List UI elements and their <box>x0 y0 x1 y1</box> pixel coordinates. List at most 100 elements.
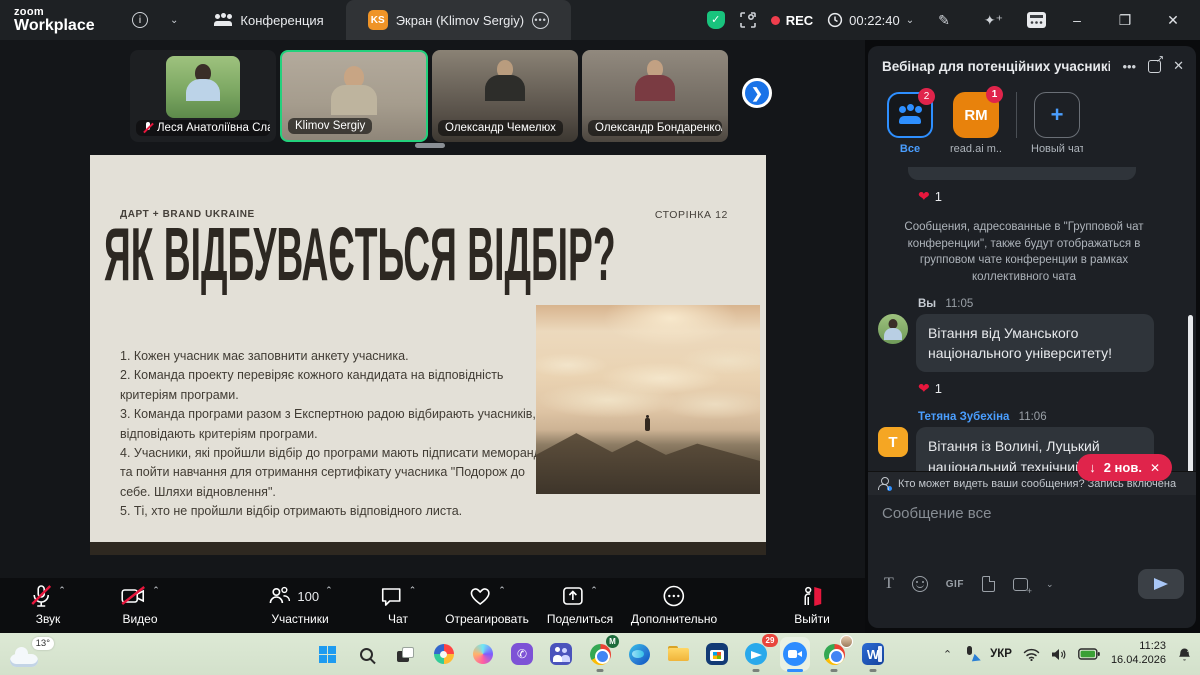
participant-2-name: Klimov Sergiy <box>295 120 365 132</box>
tray-overflow-chevron[interactable]: ⌃ <box>943 648 952 661</box>
participants-options-chevron[interactable]: ⌃ <box>325 585 333 596</box>
chat-more-icon[interactable]: ••• <box>1122 59 1136 74</box>
screenshot-chevron-icon[interactable]: ⌄ <box>1046 579 1054 590</box>
chat-options-chevron[interactable]: ⌃ <box>409 585 417 596</box>
gif-icon[interactable]: GIF <box>946 579 964 590</box>
react-button[interactable]: ⌃ Отреагировать <box>445 583 529 626</box>
file-explorer-app[interactable] <box>663 639 693 669</box>
chat-messages[interactable]: ❤ 1 Сообщения, адресованные в "Групповой… <box>868 165 1196 471</box>
message-1-avatar[interactable] <box>878 314 908 344</box>
reaction-heart-1[interactable]: ❤ 1 <box>918 188 942 205</box>
message-2-avatar[interactable]: T <box>878 427 908 457</box>
participant-tile-2[interactable]: Klimov Sergiy <box>280 50 428 142</box>
taskbar-clock[interactable]: 11:23 16.04.2026 <box>1111 640 1166 668</box>
tab-conference[interactable]: Конференция <box>192 0 345 40</box>
text-format-icon[interactable]: T <box>884 575 894 593</box>
paint-icon <box>434 644 454 664</box>
paint-app[interactable] <box>429 639 459 669</box>
emoji-icon[interactable] <box>912 576 928 592</box>
timer-chevron-icon[interactable]: ⌄ <box>906 15 914 26</box>
start-button[interactable] <box>312 639 342 669</box>
chat-tab-readai[interactable]: RM 1 read.ai m... <box>950 92 1002 155</box>
participants-button[interactable]: 100 ⌃ Участники <box>267 583 332 626</box>
message-1-header: Вы 11:05 <box>918 298 1170 310</box>
focus-mode-icon[interactable] <box>739 11 757 29</box>
search-icon <box>360 648 373 661</box>
telegram-unread-badge: 29 <box>762 634 778 647</box>
search-button[interactable] <box>351 639 381 669</box>
react-label: Отреагировать <box>445 612 529 626</box>
chat-popout-icon[interactable] <box>1148 60 1161 73</box>
chrome-app[interactable]: M <box>585 639 615 669</box>
more-ellipsis-icon <box>662 584 686 608</box>
video-options-chevron[interactable]: ⌃ <box>152 585 160 596</box>
more-button[interactable]: Дополнительно <box>631 583 717 626</box>
minimize-button[interactable]: – <box>1060 12 1094 28</box>
screenshot-icon[interactable] <box>1013 578 1028 591</box>
wifi-icon[interactable] <box>1023 648 1040 661</box>
maximize-button[interactable]: ❐ <box>1108 12 1142 29</box>
chat-tab-everyone[interactable]: 2 Все <box>884 92 936 155</box>
apps-grid-icon[interactable] <box>1027 12 1046 28</box>
chat-scrollbar[interactable] <box>1188 315 1193 471</box>
readai-avatar: RM <box>964 107 987 124</box>
language-indicator[interactable]: УКР <box>990 648 1012 660</box>
logo-zoom-text: zoom <box>14 7 118 18</box>
video-strip: Леся Анатоліївна Сла... Klimov Sergiy Ол… <box>0 48 865 148</box>
teams-icon <box>550 643 572 665</box>
viber-app[interactable]: ✆ <box>507 639 537 669</box>
battery-icon[interactable] <box>1078 648 1100 660</box>
annotate-pencil-icon[interactable]: ✎ <box>938 12 950 29</box>
chat-message-input[interactable]: Сообщение все <box>868 495 1196 563</box>
word-app[interactable]: W <box>858 639 888 669</box>
meeting-info-icon[interactable]: i <box>132 12 148 28</box>
participant-tile-3[interactable]: Олександр Чемелюх <box>432 50 578 142</box>
dismiss-pill-icon[interactable]: ✕ <box>1150 461 1160 475</box>
strip-drag-handle[interactable] <box>415 143 445 148</box>
participant-tile-4[interactable]: Олександр Бондаренко/... <box>582 50 728 142</box>
new-chat-button[interactable]: + Новый чат <box>1031 92 1083 155</box>
video-button[interactable]: ⌃ Видео <box>120 583 160 626</box>
send-button[interactable] <box>1138 569 1184 599</box>
weather-widget[interactable]: 13° <box>10 637 56 671</box>
task-view-button[interactable] <box>390 639 420 669</box>
chat-label: Чат <box>380 612 417 626</box>
message-1-bubble[interactable]: Вітання від Уманського національного уні… <box>916 314 1154 373</box>
share-button[interactable]: ⌃ Поделиться <box>547 583 613 626</box>
readai-unread-badge: 1 <box>986 86 1003 103</box>
security-shield-icon[interactable] <box>707 11 725 29</box>
heart-icon: ❤ <box>918 380 930 397</box>
teams-app[interactable] <box>546 639 576 669</box>
copilot-app[interactable] <box>468 639 498 669</box>
chrome-profile-app[interactable] <box>819 639 849 669</box>
mic-location-tray-icon[interactable] <box>963 646 979 662</box>
chat-button[interactable]: ⌃ Чат <box>380 583 417 626</box>
close-button[interactable]: ✕ <box>1156 12 1190 29</box>
meeting-timer[interactable]: 00:22:40 ⌄ <box>827 12 914 28</box>
recording-indicator[interactable]: REC <box>771 13 813 28</box>
speaker-icon[interactable] <box>1051 648 1067 661</box>
edge-app[interactable] <box>624 639 654 669</box>
audio-button[interactable]: ⌃ Звук <box>30 583 66 626</box>
leave-button[interactable]: Выйти <box>794 583 830 626</box>
notification-bell-icon[interactable]: z <box>1177 647 1192 662</box>
participant-tile-1[interactable]: Леся Анатоліївна Сла... <box>130 50 276 142</box>
new-messages-pill[interactable]: ↓ 2 нов. ✕ <box>1077 454 1172 481</box>
new-messages-label: 2 нов. <box>1104 460 1142 475</box>
slide-page-number: СТОРІНКА 12 <box>655 209 728 221</box>
ai-companion-icon[interactable]: ✦⁺ <box>984 12 1003 29</box>
chevron-down-icon[interactable]: ⌄ <box>170 15 178 26</box>
tab-options-icon[interactable]: ••• <box>532 12 549 29</box>
next-participants-button[interactable]: ❯ <box>742 78 772 108</box>
chat-close-icon[interactable]: ✕ <box>1173 58 1184 74</box>
attach-file-icon[interactable] <box>982 576 995 592</box>
slide-title: ЯК ВІДБУВАЄТЬСЯ ВІДБІР? <box>104 211 616 297</box>
react-options-chevron[interactable]: ⌃ <box>498 585 506 596</box>
reaction-heart-2[interactable]: ❤ 1 <box>918 380 942 397</box>
tab-screen-share[interactable]: KS Экран (Klimov Sergiy) ••• <box>346 0 571 40</box>
telegram-app[interactable]: 29 <box>741 639 771 669</box>
zoom-app-active[interactable] <box>780 639 810 669</box>
microsoft-store-app[interactable] <box>702 639 732 669</box>
share-options-chevron[interactable]: ⌃ <box>590 585 598 596</box>
audio-options-chevron[interactable]: ⌃ <box>58 585 66 596</box>
